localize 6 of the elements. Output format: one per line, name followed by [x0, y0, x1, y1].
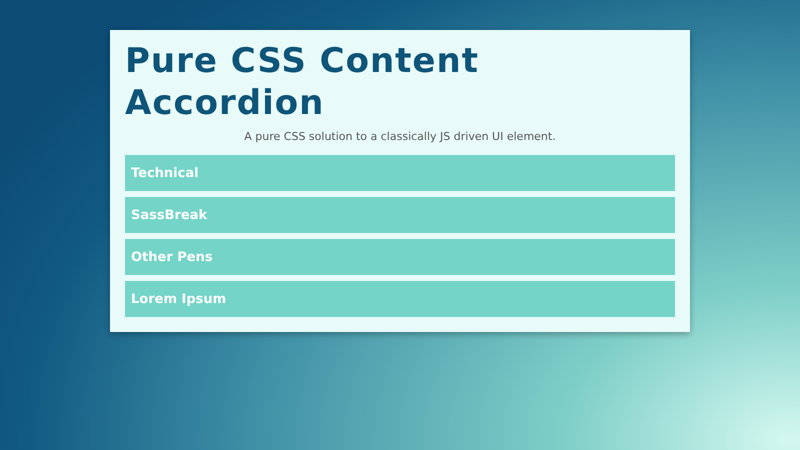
accordion-header[interactable]: Other Pens	[125, 239, 675, 275]
accordion-header[interactable]: SassBreak	[125, 197, 675, 233]
subtitle: A pure CSS solution to a classically JS driven UI element.	[244, 130, 556, 143]
page-title: Pure CSS Content Accordion	[125, 40, 480, 124]
accordion-header[interactable]: Technical	[125, 155, 675, 191]
accordion-header[interactable]: Lorem Ipsum	[125, 281, 675, 317]
